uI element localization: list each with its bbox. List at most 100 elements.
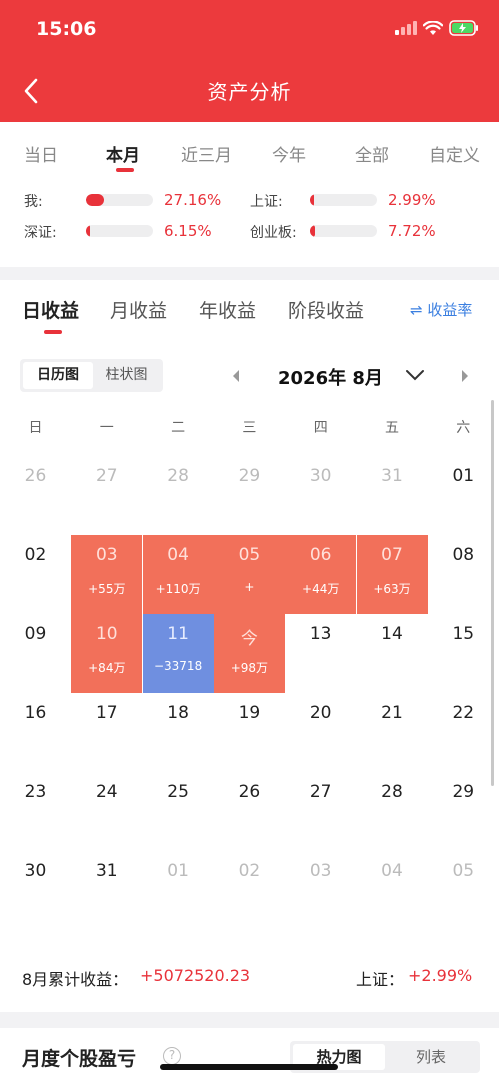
- day-number: 31: [381, 466, 403, 486]
- calendar-day[interactable]: 19: [214, 693, 285, 772]
- status-icons: [395, 20, 479, 36]
- calendar-day[interactable]: 13: [285, 614, 356, 693]
- day-number: 03: [95, 545, 118, 565]
- help-icon[interactable]: ?: [163, 1047, 181, 1065]
- calendar-day[interactable]: 03: [285, 851, 356, 930]
- compare-label-shanghai: 上证:: [250, 194, 283, 210]
- calendar-day[interactable]: 02: [0, 535, 71, 614]
- calendar-day[interactable]: 04 +110万: [142, 535, 214, 614]
- calendar-day[interactable]: 28: [143, 456, 214, 535]
- chevron-down-icon[interactable]: [405, 368, 425, 382]
- calendar-day[interactable]: 20: [285, 693, 356, 772]
- calendar-day[interactable]: 27: [285, 772, 356, 851]
- compare-bar-me: [86, 194, 153, 206]
- weekday-label: 五: [385, 420, 399, 436]
- day-return: +: [244, 580, 255, 594]
- next-month-icon[interactable]: [460, 369, 470, 383]
- weekday-label: 四: [313, 420, 328, 436]
- tab-this-year[interactable]: 今年: [272, 141, 306, 166]
- calendar-day[interactable]: 01: [143, 851, 214, 930]
- calendar-day[interactable]: 02: [214, 851, 285, 930]
- day-number: 29: [452, 782, 475, 802]
- compare-label-chinext: 创业板:: [250, 225, 297, 241]
- calendar-day[interactable]: 29: [214, 456, 285, 535]
- tab-today[interactable]: 当日: [24, 141, 58, 166]
- day-number: 19: [238, 703, 261, 723]
- calendar-day[interactable]: 31: [71, 851, 142, 930]
- day-number: 今: [240, 629, 258, 649]
- month-title[interactable]: 2026年 8月: [278, 364, 383, 390]
- day-return: +110万: [155, 582, 201, 596]
- weekday-label: 六: [456, 420, 471, 436]
- calendar-day[interactable]: 22: [428, 693, 499, 772]
- calendar-day[interactable]: 10 +84万: [71, 614, 143, 693]
- compare-value-shenzhen: 6.15%: [164, 222, 212, 240]
- calendar-day[interactable]: 18: [143, 693, 214, 772]
- tab-monthly-return[interactable]: 月收益: [110, 296, 167, 323]
- calendar-day[interactable]: 15: [428, 614, 499, 693]
- calendar-day[interactable]: 29: [428, 772, 499, 851]
- day-number: 28: [381, 782, 403, 802]
- tab-yearly-return[interactable]: 年收益: [199, 296, 256, 323]
- tab-custom[interactable]: 自定义: [429, 141, 480, 166]
- day-number: 23: [24, 782, 47, 802]
- calendar-day[interactable]: 17: [71, 693, 142, 772]
- calendar-day[interactable]: 01: [428, 456, 499, 535]
- calendar-day[interactable]: 26: [214, 772, 285, 851]
- calendar-day[interactable]: 08: [428, 535, 499, 614]
- calendar-day[interactable]: 27: [71, 456, 142, 535]
- calendar-day[interactable]: 05 +: [213, 535, 285, 614]
- day-number: 03: [309, 861, 332, 881]
- day-number: 02: [24, 545, 47, 565]
- calendar-day[interactable]: 30: [285, 456, 356, 535]
- tab-all[interactable]: 全部: [355, 141, 389, 166]
- tab-this-month[interactable]: 本月: [106, 141, 140, 166]
- calendar-day[interactable]: 06 +44万: [285, 535, 357, 614]
- calendar-day[interactable]: 23: [0, 772, 71, 851]
- calendar-day[interactable]: 25: [143, 772, 214, 851]
- calendar-day[interactable]: 14: [357, 614, 428, 693]
- day-number: 17: [95, 703, 118, 723]
- tab-daily-return[interactable]: 日收益: [22, 296, 79, 323]
- calendar-day[interactable]: 28: [357, 772, 428, 851]
- calendar-day[interactable]: 24: [71, 772, 142, 851]
- tab-three-months[interactable]: 近三月: [181, 141, 232, 166]
- page-title: 资产分析: [207, 80, 292, 104]
- calendar-day[interactable]: 07 +63万: [356, 535, 428, 614]
- day-number: 01: [452, 466, 475, 486]
- calendar-day[interactable]: 26: [0, 456, 71, 535]
- day-number: 07: [381, 545, 403, 565]
- list-button[interactable]: 列表: [385, 1044, 477, 1070]
- calendar-day[interactable]: 11 −33718: [142, 614, 214, 693]
- compare-label-me: 我:: [24, 194, 43, 210]
- calendar-day[interactable]: 今 +98万: [213, 614, 285, 693]
- day-number: 27: [309, 782, 332, 802]
- day-number: 02: [238, 861, 261, 881]
- day-number: 04: [381, 861, 403, 881]
- compare-bar-chinext: [310, 225, 377, 237]
- calendar-day[interactable]: 21: [357, 693, 428, 772]
- calendar-day[interactable]: 16: [0, 693, 71, 772]
- calendar-view-button[interactable]: 日历图: [23, 362, 93, 389]
- day-number: 26: [24, 466, 47, 486]
- day-return: +44万: [302, 582, 340, 596]
- rate-toggle-link[interactable]: ⇌ 收益率: [410, 299, 472, 320]
- calendar-day[interactable]: 05: [428, 851, 499, 930]
- calendar-day[interactable]: 31: [357, 456, 428, 535]
- calendar-day[interactable]: 04: [357, 851, 428, 930]
- weekday-label: 日: [28, 420, 43, 436]
- day-number: 05: [452, 861, 475, 881]
- bar-view-button[interactable]: 柱状图: [93, 362, 160, 389]
- prev-month-icon[interactable]: [231, 369, 241, 383]
- home-indicator[interactable]: [160, 1064, 338, 1070]
- weekday-label: 二: [171, 420, 186, 436]
- scrollbar[interactable]: [491, 400, 494, 786]
- calendar-day[interactable]: 09: [0, 614, 71, 693]
- battery-charging-icon: [449, 20, 478, 36]
- calendar-day[interactable]: 30: [0, 851, 71, 930]
- tab-period-return[interactable]: 阶段收益: [288, 296, 364, 323]
- day-return: +63万: [373, 582, 411, 596]
- day-number: 06: [309, 545, 332, 565]
- cellular-signal-icon: [395, 21, 417, 35]
- calendar-day[interactable]: 03 +55万: [71, 535, 143, 614]
